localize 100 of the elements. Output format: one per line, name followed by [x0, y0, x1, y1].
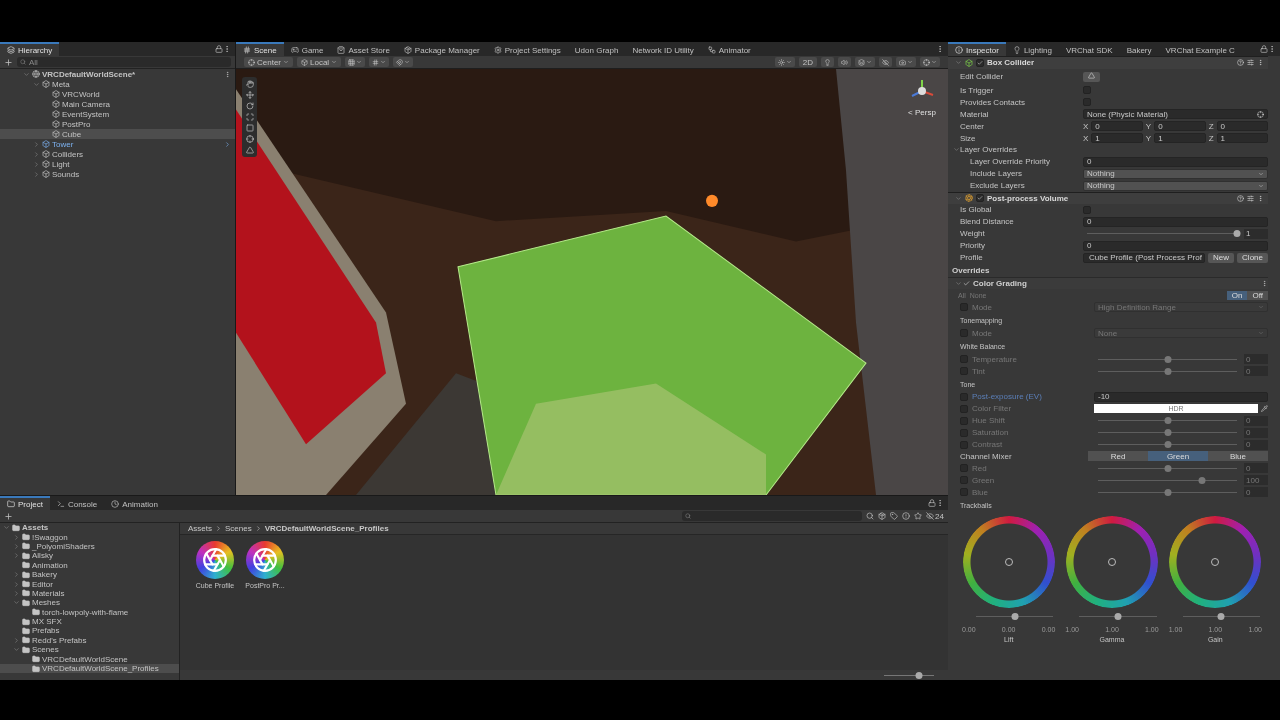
- enable-checkbox[interactable]: [976, 58, 984, 67]
- folder-item[interactable]: Scenes: [0, 645, 179, 655]
- component-header[interactable]: Post-process Volume: [948, 191, 1268, 204]
- projection-label[interactable]: < Persp: [908, 108, 936, 117]
- breadcrumb-link[interactable]: Assets: [188, 524, 212, 533]
- magnet-icon[interactable]: [393, 57, 414, 67]
- number-field[interactable]: 1: [1216, 133, 1268, 143]
- number-field[interactable]: -10: [1094, 391, 1268, 402]
- hierarchy-item[interactable]: VRCWorld: [0, 89, 235, 99]
- panel-tab[interactable]: Lighting: [1005, 42, 1059, 56]
- slider-handle[interactable]: [1233, 230, 1241, 238]
- hierarchy-item[interactable]: EventSystem: [0, 109, 235, 119]
- dropdown[interactable]: Nothing: [1083, 180, 1268, 191]
- hierarchy-item[interactable]: Light: [0, 159, 235, 169]
- slider-handle[interactable]: [1198, 476, 1206, 484]
- number-field[interactable]: 0: [1216, 121, 1268, 132]
- number-field[interactable]: 1: [1091, 133, 1143, 143]
- folder-item[interactable]: Meshes: [0, 598, 179, 608]
- checkbox[interactable]: [1083, 205, 1091, 214]
- folder-item[interactable]: torch-lowpoly-with-flame: [0, 607, 179, 617]
- component-header[interactable]: Box Collider: [948, 56, 1268, 69]
- slider-handle[interactable]: [1164, 417, 1171, 425]
- profile-button[interactable]: New: [1208, 252, 1235, 263]
- grid-snap-icon[interactable]: [345, 57, 366, 67]
- aperture-icon[interactable]: [246, 541, 284, 579]
- number-field[interactable]: 0: [1083, 240, 1268, 251]
- speaker-icon[interactable]: [838, 57, 851, 67]
- slider-handle[interactable]: [1164, 355, 1171, 363]
- number-field[interactable]: 0: [1154, 121, 1206, 132]
- folder-item[interactable]: Allsky: [0, 551, 179, 561]
- slider-handle[interactable]: [1164, 429, 1171, 437]
- panel-tab[interactable]: Animator: [700, 42, 758, 56]
- dropdown[interactable]: Nothing: [1083, 168, 1268, 179]
- panel-tab[interactable]: Project: [0, 496, 50, 510]
- pivot-dropdown[interactable]: Center: [244, 57, 293, 67]
- folder-item[interactable]: MX SFX: [0, 616, 179, 627]
- 2d-toggle-button[interactable]: 2D: [798, 57, 817, 67]
- hierarchy-item[interactable]: Sounds: [0, 169, 235, 179]
- slider-handle[interactable]: [1164, 367, 1171, 375]
- on-off-toggle[interactable]: Off: [1247, 290, 1268, 300]
- folder-item[interactable]: !Swaggon: [0, 532, 179, 542]
- slider-handle[interactable]: [1164, 441, 1171, 449]
- folder-item[interactable]: VRCDefaultWorldScene: [0, 654, 179, 664]
- effect-title[interactable]: Color Grading: [973, 279, 1027, 289]
- channel-tab[interactable]: Green: [1148, 451, 1208, 462]
- panel-tab[interactable]: Inspector: [948, 42, 1006, 56]
- folder-item[interactable]: Animation: [0, 560, 179, 570]
- on-off-toggle[interactable]: On: [1226, 290, 1248, 300]
- hidden-eye-icon[interactable]: [879, 57, 892, 67]
- number-field[interactable]: 0: [1091, 121, 1143, 132]
- profile-button[interactable]: Clone: [1237, 252, 1268, 263]
- panel-tab[interactable]: VRChat SDK: [1058, 42, 1120, 56]
- search-field[interactable]: [682, 511, 863, 521]
- hierarchy-item[interactable]: VRCDefaultWorldScene*: [0, 69, 235, 79]
- zoom-slider-handle[interactable]: [915, 671, 923, 679]
- panel-tab[interactable]: Scene: [236, 42, 284, 56]
- number-field[interactable]: 1: [1154, 133, 1206, 143]
- layers-icon[interactable]: [855, 57, 875, 67]
- edit-collider-button[interactable]: [1083, 71, 1100, 82]
- folder-item[interactable]: Assets: [0, 523, 179, 533]
- panel-tab[interactable]: Game: [283, 42, 331, 56]
- panel-tab[interactable]: Project Settings: [486, 42, 568, 56]
- scene-viewport[interactable]: < Persp: [236, 69, 948, 495]
- panel-tab[interactable]: VRChat Example C: [1158, 42, 1242, 56]
- number-field[interactable]: 0: [1083, 156, 1268, 167]
- slider-handle[interactable]: [1011, 613, 1019, 621]
- folder-item[interactable]: VRCDefaultWorldScene_Profiles: [0, 663, 179, 674]
- slider-handle[interactable]: [1164, 488, 1171, 496]
- folder-item[interactable]: Prefabs: [0, 626, 179, 636]
- space-dropdown[interactable]: Local: [297, 57, 342, 67]
- breadcrumb-link[interactable]: Scenes: [225, 524, 252, 533]
- lightbulb-icon[interactable]: [821, 57, 834, 67]
- slider-handle[interactable]: [1114, 613, 1122, 621]
- effect-checkbox[interactable]: [962, 279, 970, 288]
- grid-icon[interactable]: [369, 57, 390, 67]
- hierarchy-item[interactable]: Meta: [0, 79, 235, 89]
- panel-tab[interactable]: Asset Store: [330, 42, 397, 56]
- panel-tab[interactable]: Bakery: [1119, 42, 1159, 56]
- hierarchy-item[interactable]: Colliders: [0, 149, 235, 159]
- slider-handle[interactable]: [1164, 464, 1171, 472]
- panel-tab[interactable]: Console: [49, 496, 105, 510]
- gizmo-target-icon[interactable]: [920, 57, 940, 67]
- folder-item[interactable]: Bakery: [0, 569, 179, 580]
- folder-item[interactable]: Editor: [0, 579, 179, 589]
- foldout-label[interactable]: Layer Overrides: [960, 145, 1017, 155]
- slider-value[interactable]: 1: [1244, 228, 1268, 239]
- enable-checkbox[interactable]: [976, 194, 984, 203]
- panel-tab[interactable]: Animation: [104, 496, 165, 510]
- channel-tab[interactable]: Red: [1088, 451, 1148, 462]
- hierarchy-item[interactable]: Main Camera: [0, 99, 235, 109]
- panel-tab[interactable]: Hierarchy: [0, 42, 60, 56]
- folder-item[interactable]: Materials: [0, 588, 179, 599]
- search-field[interactable]: All: [17, 57, 231, 67]
- camera-icon[interactable]: [896, 57, 916, 67]
- number-field[interactable]: 0: [1083, 216, 1268, 227]
- panel-tab[interactable]: Network ID Utility: [625, 42, 701, 56]
- hierarchy-item[interactable]: PostPro: [0, 119, 235, 129]
- panel-tab[interactable]: Package Manager: [396, 42, 487, 56]
- channel-tab[interactable]: Blue: [1208, 451, 1268, 462]
- object-field[interactable]: None (Physic Material): [1083, 109, 1268, 120]
